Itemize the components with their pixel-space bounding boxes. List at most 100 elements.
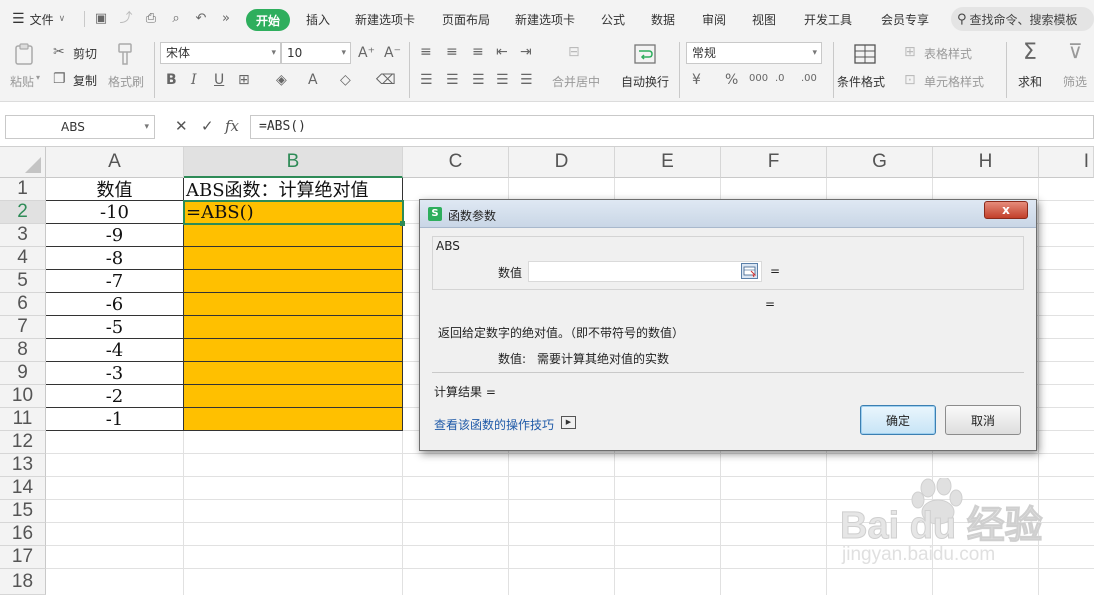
format-painter-label[interactable]: 格式刷 <box>108 73 144 90</box>
cell-a9[interactable]: -3 <box>46 362 184 385</box>
row-header-18[interactable]: 18 <box>0 569 46 595</box>
font-name-select[interactable]: 宋体 ▾ <box>160 42 281 64</box>
cancel-button[interactable]: 取消 <box>945 405 1021 435</box>
cell-b11[interactable] <box>184 408 403 431</box>
dialog-title-bar[interactable]: S 函数参数 x <box>420 200 1036 228</box>
row-header-10[interactable]: 10 <box>0 385 46 408</box>
justify-icon[interactable]: ☰ <box>496 72 509 88</box>
save-icon[interactable]: ▣ <box>93 11 109 27</box>
indent-decrease-icon[interactable]: ⇤ <box>496 44 508 60</box>
indent-increase-icon[interactable]: ⇥ <box>520 44 532 60</box>
conditional-format-button[interactable]: 条件格式 <box>837 73 885 90</box>
bold-icon[interactable]: B <box>166 72 177 88</box>
cell-b2[interactable]: =ABS() <box>183 200 404 225</box>
cell-a10[interactable]: -2 <box>46 385 184 408</box>
tab-home[interactable]: 开始 <box>246 9 290 31</box>
row-header-3[interactable]: 3 <box>0 224 46 247</box>
cell-b5[interactable] <box>184 270 403 293</box>
row-header-13[interactable]: 13 <box>0 454 46 477</box>
tab-new-1[interactable]: 新建选项卡 <box>355 0 415 38</box>
print-icon[interactable]: ⎙ <box>143 11 159 27</box>
cell-a5[interactable]: -7 <box>46 270 184 293</box>
copy-button[interactable]: 复制 <box>73 72 97 89</box>
cancel-icon[interactable]: ✕ <box>175 117 188 135</box>
increase-font-icon[interactable]: A⁺ <box>358 45 375 61</box>
font-color-icon[interactable]: A <box>308 72 318 88</box>
tab-review[interactable]: 审阅 <box>702 0 726 38</box>
paste-icon[interactable] <box>12 42 36 66</box>
borders-icon[interactable]: ⊞ <box>238 72 250 88</box>
cell-a2[interactable]: -10 <box>46 201 184 224</box>
cell-a11[interactable]: -1 <box>46 408 184 431</box>
currency-icon[interactable]: ¥ <box>692 72 701 88</box>
name-box[interactable]: ABS ▾ <box>5 115 155 139</box>
insert-function-icon[interactable]: fx <box>225 117 239 135</box>
sum-icon[interactable]: Σ <box>1023 41 1037 65</box>
clear-format-icon[interactable]: ◇ <box>340 72 351 88</box>
export-icon[interactable]: ⤴ <box>118 11 134 27</box>
cell-a6[interactable]: -6 <box>46 293 184 316</box>
cell-a8[interactable]: -4 <box>46 339 184 362</box>
align-left-icon[interactable]: ☰ <box>420 72 433 88</box>
cell-a3[interactable]: -9 <box>46 224 184 247</box>
row-header-17[interactable]: 17 <box>0 546 46 569</box>
column-header-c[interactable]: C <box>403 147 509 178</box>
percent-icon[interactable]: % <box>725 72 738 88</box>
row-header-15[interactable]: 15 <box>0 500 46 523</box>
increase-decimal-icon[interactable]: .0 <box>775 71 785 87</box>
column-header-g[interactable]: G <box>827 147 933 178</box>
column-header-a[interactable]: A <box>46 147 184 178</box>
column-header-e[interactable]: E <box>615 147 721 178</box>
cell-a4[interactable]: -8 <box>46 247 184 270</box>
format-painter-icon[interactable] <box>113 42 137 66</box>
row-header-7[interactable]: 7 <box>0 316 46 339</box>
merge-center-button[interactable]: 合并居中 <box>552 73 600 90</box>
row-header-9[interactable]: 9 <box>0 362 46 385</box>
cell-b1[interactable]: ABS函数：计算绝对值 <box>184 178 403 201</box>
cell-a1[interactable]: 数值 <box>46 178 184 201</box>
table-style-button[interactable]: 表格样式 <box>924 45 972 62</box>
paste-label[interactable]: 粘贴 <box>10 73 34 90</box>
ok-button[interactable]: 确定 <box>860 405 936 435</box>
file-menu[interactable]: ☰ 文件 ∨ <box>12 0 65 38</box>
cell-b7[interactable] <box>184 316 403 339</box>
row-header-16[interactable]: 16 <box>0 523 46 546</box>
row-header-11[interactable]: 11 <box>0 408 46 431</box>
filter-button[interactable]: 筛选 <box>1063 73 1087 90</box>
align-right-icon[interactable]: ☰ <box>472 72 485 88</box>
cell-b9[interactable] <box>184 362 403 385</box>
column-header-d[interactable]: D <box>509 147 615 178</box>
eraser-icon[interactable]: ⌫ <box>376 72 396 88</box>
tab-page-layout[interactable]: 页面布局 <box>442 0 490 38</box>
command-search[interactable]: ⚲ 查找命令、搜索模板 <box>951 7 1094 31</box>
range-picker-icon[interactable] <box>741 263 758 279</box>
cell-b4[interactable] <box>184 247 403 270</box>
italic-icon[interactable]: I <box>191 72 197 88</box>
fill-color-icon[interactable]: ◈ <box>276 72 287 88</box>
row-header-1[interactable]: 1 <box>0 178 46 201</box>
tab-new-2[interactable]: 新建选项卡 <box>515 0 575 38</box>
fill-handle[interactable] <box>400 221 405 226</box>
cell-a7[interactable]: -5 <box>46 316 184 339</box>
tab-member[interactable]: 会员专享 <box>881 0 929 38</box>
close-button[interactable]: x <box>984 201 1028 219</box>
video-icon[interactable]: ▶ <box>561 416 576 429</box>
wrap-text-button[interactable]: 自动换行 <box>621 73 669 90</box>
font-size-select[interactable]: 10 ▾ <box>281 42 351 64</box>
cell-style-button[interactable]: 单元格样式 <box>924 73 984 90</box>
thousands-icon[interactable]: 000 <box>749 71 768 87</box>
select-all-corner[interactable] <box>0 147 46 178</box>
row-header-6[interactable]: 6 <box>0 293 46 316</box>
distributed-icon[interactable]: ☰ <box>520 72 533 88</box>
conditional-format-icon[interactable] <box>853 42 877 66</box>
row-header-8[interactable]: 8 <box>0 339 46 362</box>
number-arg-input[interactable] <box>528 261 762 282</box>
tab-data[interactable]: 数据 <box>651 0 675 38</box>
row-header-4[interactable]: 4 <box>0 247 46 270</box>
confirm-icon[interactable]: ✓ <box>201 117 214 135</box>
row-header-12[interactable]: 12 <box>0 431 46 454</box>
formula-input[interactable]: =ABS() <box>250 115 1094 139</box>
cell-b6[interactable] <box>184 293 403 316</box>
cell-b3[interactable] <box>184 224 403 247</box>
cell-b8[interactable] <box>184 339 403 362</box>
